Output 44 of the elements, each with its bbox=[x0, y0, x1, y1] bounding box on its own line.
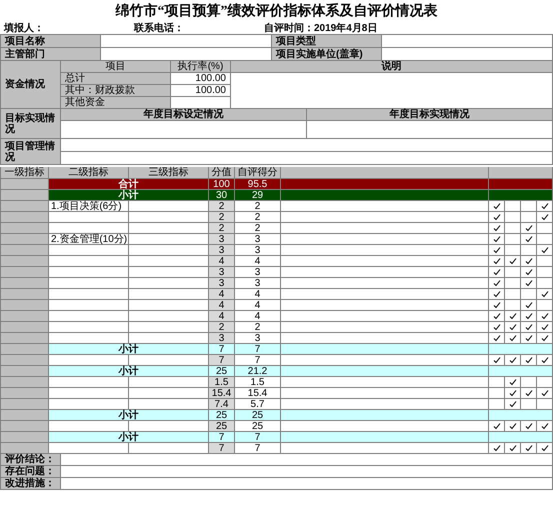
table-cell: 100.00 bbox=[171, 85, 231, 97]
score-cell: 3 bbox=[209, 333, 235, 344]
score-cell: 25 bbox=[209, 421, 235, 432]
label-cell: 资金情况 bbox=[1, 61, 61, 109]
label-cell: 主管部门 bbox=[1, 48, 101, 61]
score-cell: 7 bbox=[235, 443, 281, 454]
info-label: 填报人： bbox=[2, 23, 45, 34]
score-cell: 4 bbox=[209, 300, 235, 311]
column-header: 说明 bbox=[231, 61, 553, 73]
score-cell: 7 bbox=[209, 443, 235, 454]
label-cell: 项目管理情况 bbox=[1, 139, 61, 165]
score-cell: 2 bbox=[209, 322, 235, 333]
score-cell: 3 bbox=[209, 267, 235, 278]
row-label: 总计 bbox=[61, 73, 171, 85]
info-label: 自评时间：2019年4月8日 bbox=[263, 23, 378, 34]
label-cell: 项目名称 bbox=[1, 35, 101, 48]
score-cell: 4 bbox=[209, 311, 235, 322]
score-cell: 4 bbox=[209, 256, 235, 267]
score-cell: 2 bbox=[209, 223, 235, 234]
label-cell: 存在问题： bbox=[1, 466, 61, 478]
label-cell: 评价结论： bbox=[1, 454, 61, 466]
row-label: 其中：财政拨款 bbox=[61, 85, 171, 97]
column-header: 年度目标实现情况 bbox=[307, 109, 553, 121]
score-cell: 4 bbox=[209, 289, 235, 300]
score-cell: 3 bbox=[209, 278, 235, 289]
score-cell: 3 bbox=[209, 234, 235, 245]
score-cell: 2 bbox=[209, 212, 235, 223]
info-label: 联系电话： bbox=[132, 23, 185, 34]
column-header: 年度目标设定情况 bbox=[61, 109, 307, 121]
score-cell: 2 bbox=[209, 201, 235, 212]
score-cell: 3 bbox=[209, 245, 235, 256]
label-cell: 项目类型 bbox=[272, 35, 382, 48]
label-cell: 目标实现情况 bbox=[1, 109, 61, 139]
score-cell: 1.5 bbox=[209, 377, 235, 388]
table-cell: 100.00 bbox=[171, 73, 231, 85]
score-cell: 7 bbox=[209, 355, 235, 366]
column-header: 项目 bbox=[61, 61, 171, 73]
score-cell: 7.4 bbox=[209, 399, 235, 410]
label-cell: 改进措施： bbox=[1, 478, 61, 490]
row-label: 其他资金 bbox=[61, 97, 171, 109]
label-cell: 项目实施单位(盖章) bbox=[272, 48, 382, 61]
score-cell: 15.4 bbox=[209, 388, 235, 399]
sheet-title: 绵竹市“项目预算”绩效评价指标体系及自评价情况表 bbox=[116, 3, 438, 20]
column-header: 执行率(%) bbox=[171, 61, 231, 73]
